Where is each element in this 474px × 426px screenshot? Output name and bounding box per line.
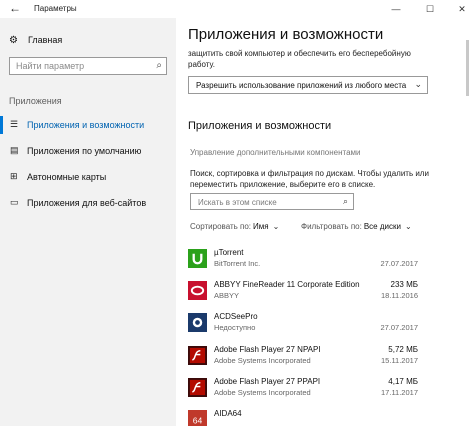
maximize-icon[interactable]: ☐ xyxy=(418,0,442,18)
sort-label: Сортировать по: xyxy=(190,222,252,231)
back-arrow-icon[interactable]: ← xyxy=(9,1,21,15)
web-apps-icon: ▭ xyxy=(10,197,19,207)
sidebar-item-apps-features[interactable]: ☰ Приложения и возможности xyxy=(0,114,176,136)
app-date: 18.11.2016 xyxy=(381,291,418,300)
sidebar-item-label: Приложения по умолчанию xyxy=(27,146,142,156)
app-publisher: ABBYY xyxy=(214,291,240,300)
search-description: Поиск, сортировка и фильтрация по дискам… xyxy=(190,168,450,190)
app-name: Adobe Flash Player 27 PPAPI xyxy=(214,377,321,386)
app-size: 4,17 МБ xyxy=(388,377,418,386)
svg-text:64: 64 xyxy=(193,415,203,425)
chevron-down-icon: ⌄ xyxy=(414,79,422,89)
app-list-search-input[interactable]: Искать в этом списке ⌕ xyxy=(190,193,354,210)
chevron-down-icon: ⌄ xyxy=(272,222,280,231)
app-date: 17.11.2017 xyxy=(381,388,418,397)
app-list-item[interactable]: Adobe Flash Player 27 NPAPI Adobe System… xyxy=(188,343,418,373)
app-list-item[interactable]: Adobe Flash Player 27 PPAPI Adobe System… xyxy=(188,375,418,405)
flash-icon xyxy=(188,346,207,365)
section-title: Приложения и возможности xyxy=(188,120,332,132)
sidebar-item-default-apps[interactable]: ▤ Приложения по умолчанию xyxy=(0,140,176,162)
acdsee-icon xyxy=(188,313,207,332)
window-title: Параметры xyxy=(34,4,77,13)
app-publisher: Недоступно xyxy=(214,323,256,332)
description-line: Поиск, сортировка и фильтрация по дискам… xyxy=(190,169,429,178)
app-size: 5,72 МБ xyxy=(388,345,418,354)
home-link[interactable]: ⚙ Главная xyxy=(9,35,62,46)
description-line: защитить свой компьютер и обеспечить его… xyxy=(188,49,411,58)
settings-search-input[interactable]: Найти параметр ⌕ xyxy=(9,57,167,75)
app-list-item[interactable]: ACDSeePro Недоступно 27.07.2017 xyxy=(188,310,418,340)
main-content: Приложения и возможности защитить свой к… xyxy=(176,18,474,426)
app-name: AIDA64 xyxy=(214,409,242,418)
sort-value: Имя xyxy=(253,222,269,231)
minimize-icon[interactable]: — xyxy=(384,0,408,18)
default-apps-icon: ▤ xyxy=(10,145,19,155)
sidebar-item-label: Приложения и возможности xyxy=(27,120,145,130)
flash-icon xyxy=(188,378,207,397)
apps-list-icon: ☰ xyxy=(10,119,19,129)
search-placeholder: Найти параметр xyxy=(16,61,85,71)
chevron-down-icon: ⌄ xyxy=(404,222,412,231)
app-publisher: BitTorrent Inc. xyxy=(214,259,261,268)
app-publisher: Adobe Systems Incorporated xyxy=(214,388,311,397)
filter-label: Фильтровать по: xyxy=(301,222,362,231)
app-name: ACDSeePro xyxy=(214,312,258,321)
home-label: Главная xyxy=(28,35,63,45)
search-icon[interactable]: ⌕ xyxy=(156,60,162,71)
sidebar: ⚙ Главная Найти параметр ⌕ Приложения ☰ П… xyxy=(0,18,176,426)
utorrent-icon xyxy=(188,249,207,268)
app-size: 233 МБ xyxy=(390,280,418,289)
filter-value: Все диски xyxy=(363,222,401,231)
page-title: Приложения и возможности xyxy=(188,26,384,43)
description-line: работу. xyxy=(188,60,215,69)
app-list-item[interactable]: 64 AIDA64 xyxy=(188,407,418,426)
app-list-item[interactable]: ABBYY FineReader 11 Corporate Edition AB… xyxy=(188,278,418,308)
install-description: защитить свой компьютер и обеспечить его… xyxy=(188,48,448,70)
sidebar-item-web-apps[interactable]: ▭ Приложения для веб-сайтов xyxy=(0,192,176,214)
sidebar-section-label: Приложения xyxy=(9,96,62,106)
install-source-dropdown[interactable]: Разрешить использование приложений из лю… xyxy=(188,76,428,94)
app-name: ABBYY FineReader 11 Corporate Edition xyxy=(214,280,360,289)
app-date: 15.11.2017 xyxy=(381,356,418,365)
app-list-item[interactable]: µTorrent BitTorrent Inc. 27.07.2017 xyxy=(188,246,418,276)
dropdown-value: Разрешить использование приложений из лю… xyxy=(196,81,407,90)
app-date: 27.07.2017 xyxy=(380,323,418,332)
search-placeholder: Искать в этом списке xyxy=(198,198,277,207)
sidebar-item-label: Приложения для веб-сайтов xyxy=(27,198,147,208)
sort-dropdown[interactable]: Сортировать по: Имя ⌄ xyxy=(190,222,279,231)
title-bar: ← Параметры — ☐ ✕ xyxy=(0,0,474,18)
app-name: Adobe Flash Player 27 NPAPI xyxy=(214,345,321,354)
map-icon: ⊞ xyxy=(10,171,18,181)
search-icon[interactable]: ⌕ xyxy=(343,196,348,207)
aida64-icon: 64 xyxy=(188,410,207,426)
abbyy-icon xyxy=(188,281,207,300)
filter-dropdown[interactable]: Фильтровать по: Все диски ⌄ xyxy=(301,222,412,231)
app-date: 27.07.2017 xyxy=(380,259,418,268)
description-line: переместить приложение, выберите его в с… xyxy=(190,180,376,189)
scrollbar[interactable] xyxy=(466,40,469,96)
sidebar-item-offline-maps[interactable]: ⊞ Автономные карты xyxy=(0,166,176,188)
close-icon[interactable]: ✕ xyxy=(450,0,474,18)
app-name: µTorrent xyxy=(214,248,244,257)
gear-icon: ⚙ xyxy=(9,35,18,46)
manage-optional-features-link[interactable]: Управление дополнительными компонентами xyxy=(190,148,361,157)
app-publisher: Adobe Systems Incorporated xyxy=(214,356,311,365)
sidebar-item-label: Автономные карты xyxy=(27,172,107,182)
active-indicator xyxy=(0,116,3,134)
